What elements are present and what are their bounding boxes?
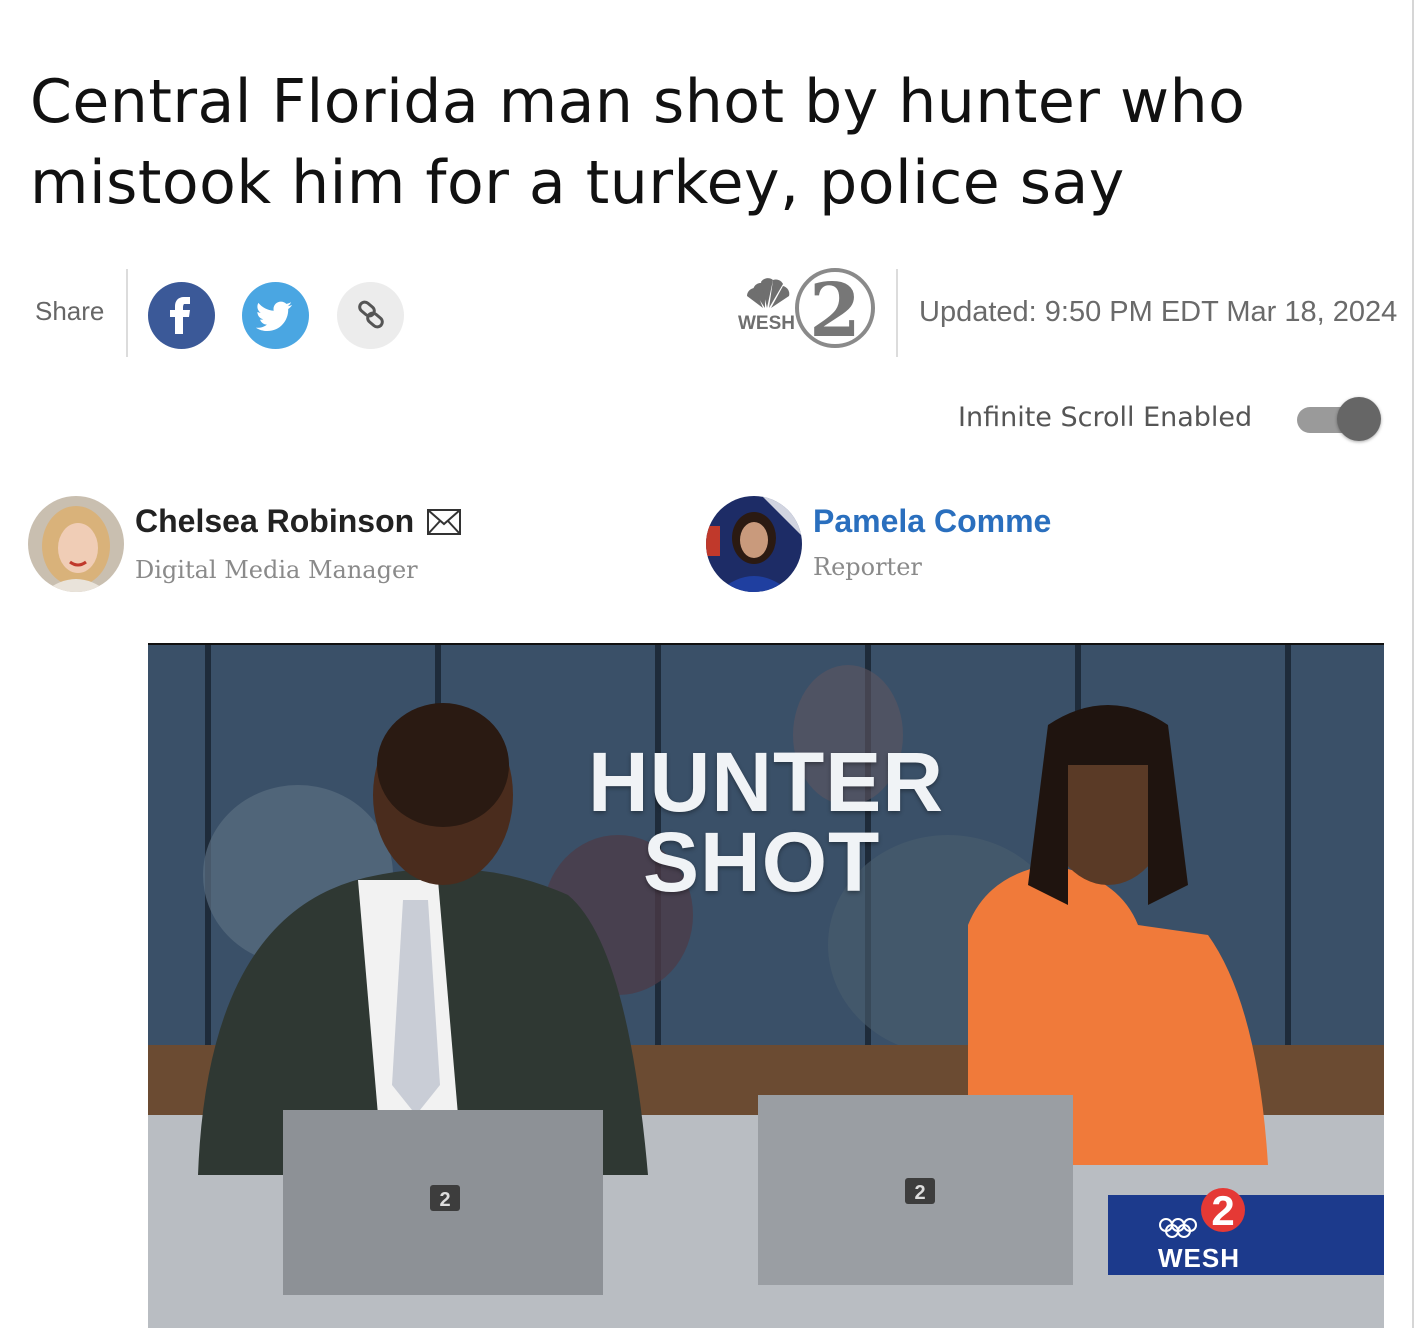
infinite-scroll-label: Infinite Scroll Enabled	[958, 402, 1253, 433]
share-divider	[126, 269, 128, 357]
video-graphic-title: HUNTER SHOT	[588, 735, 944, 909]
updated-timestamp: Updated: 9:50 PM EDT Mar 18, 2024	[919, 296, 1398, 328]
mail-icon[interactable]	[426, 508, 462, 536]
infinite-scroll-toggle[interactable]	[1297, 395, 1385, 445]
meta-divider	[896, 269, 898, 357]
author-role: Reporter	[813, 553, 922, 581]
author-avatar-pamela[interactable]	[706, 496, 802, 592]
twitter-bird-icon	[255, 301, 292, 331]
video-graphic-line1: HUNTER	[588, 735, 944, 829]
svg-text:2: 2	[914, 1182, 925, 1204]
twitter-share-button[interactable]	[242, 282, 309, 349]
page-edge-scrollbar	[1412, 0, 1414, 1328]
author-role: Digital Media Manager	[135, 556, 418, 584]
author-avatar-chelsea[interactable]	[28, 496, 124, 592]
svg-text:2: 2	[809, 268, 861, 354]
wesh-2-logo: 2 WESH	[738, 268, 875, 354]
station-bug-text: WESH	[1158, 1243, 1240, 1273]
author-name[interactable]: Chelsea Robinson	[135, 503, 414, 540]
svg-text:WESH: WESH	[738, 313, 795, 334]
link-icon	[358, 300, 384, 329]
facebook-share-button[interactable]	[148, 282, 215, 349]
share-label: Share	[35, 296, 105, 326]
video-graphic-line2: SHOT	[643, 815, 881, 909]
copy-link-button[interactable]	[337, 282, 404, 349]
svg-text:2: 2	[1211, 1187, 1234, 1234]
author-name[interactable]: Pamela Comme	[813, 503, 1051, 540]
facebook-icon	[170, 297, 190, 334]
article-headline: Central Florida man shot by hunter who m…	[30, 67, 1246, 218]
svg-text:2: 2	[439, 1189, 450, 1211]
toggle-knob	[1337, 397, 1381, 441]
